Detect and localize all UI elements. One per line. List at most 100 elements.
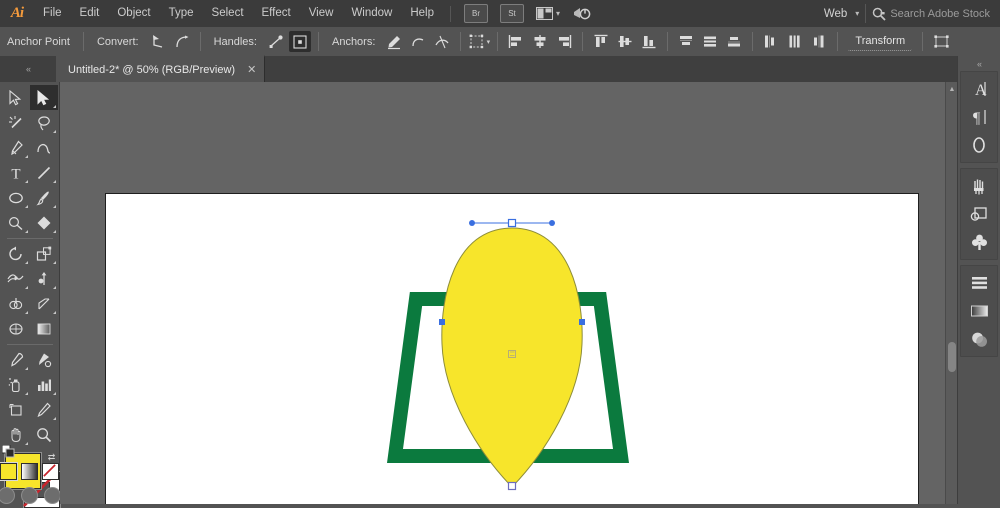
selection-tool[interactable] — [2, 85, 30, 110]
distribute-center-vertical-button[interactable] — [699, 31, 721, 52]
panel-collapse-button[interactable]: « — [0, 56, 56, 82]
menu-help[interactable]: Help — [401, 0, 443, 27]
paintbrush-tool[interactable] — [30, 185, 58, 210]
perspective-grid-tool[interactable] — [30, 291, 58, 316]
menu-select[interactable]: Select — [203, 0, 253, 27]
eraser-tool[interactable] — [30, 210, 58, 235]
show-handles-button[interactable] — [265, 31, 287, 52]
menu-view[interactable]: View — [300, 0, 343, 27]
distribute-bottom-button[interactable] — [723, 31, 745, 52]
type-panel-group: A ¶ — [960, 71, 998, 163]
vertical-scrollbar-thumb[interactable] — [948, 342, 956, 372]
tool-more-indicator — [53, 230, 56, 233]
menu-type[interactable]: Type — [160, 0, 203, 27]
align-top-button[interactable] — [590, 31, 612, 52]
type-tool[interactable]: T — [2, 160, 30, 185]
menu-effect[interactable]: Effect — [253, 0, 300, 27]
artboard[interactable] — [106, 194, 918, 504]
symbols-panel-button[interactable] — [963, 200, 995, 228]
distribute-center-horizontal-button[interactable] — [784, 31, 806, 52]
bounding-box-button[interactable] — [930, 31, 952, 52]
menu-window[interactable]: Window — [342, 0, 401, 27]
fill-stroke-controls: ⇄ — [2, 451, 58, 460]
dock-collapse-button[interactable]: « — [958, 56, 1000, 71]
free-transform-tool[interactable] — [30, 266, 58, 291]
document-canvas[interactable]: ▲ — [60, 82, 958, 504]
anchor-point-right[interactable] — [579, 319, 585, 325]
default-fill-stroke-icon[interactable] — [2, 445, 15, 458]
drawing-mode-behind-button[interactable] — [21, 487, 38, 504]
bezier-handle-left[interactable] — [469, 220, 475, 226]
arrange-documents-button[interactable]: ▾ — [533, 4, 563, 24]
search-input[interactable]: Search Adobe Stock — [890, 8, 990, 20]
curvature-tool[interactable] — [30, 135, 58, 160]
align-center-horizontal-button[interactable] — [529, 31, 551, 52]
swap-fill-stroke-icon[interactable]: ⇄ — [46, 451, 58, 463]
align-left-button[interactable] — [505, 31, 527, 52]
symbol-sprayer-tool[interactable] — [2, 372, 30, 397]
column-graph-tool[interactable] — [30, 372, 58, 397]
distribute-left-button[interactable] — [760, 31, 782, 52]
magic-wand-tool[interactable] — [2, 110, 30, 135]
layers-panel-button[interactable] — [963, 269, 995, 297]
color-mode-button[interactable] — [0, 463, 17, 480]
brushes-panel-button[interactable] — [963, 172, 995, 200]
anchor-point-left[interactable] — [439, 319, 445, 325]
lasso-tool[interactable] — [30, 110, 58, 135]
remove-anchor-button[interactable] — [383, 31, 405, 52]
gradient-mode-button[interactable] — [21, 463, 38, 480]
menu-edit[interactable]: Edit — [71, 0, 109, 27]
connect-anchors-button[interactable] — [407, 31, 429, 52]
artboard-tool[interactable] — [2, 397, 30, 422]
width-tool[interactable] — [2, 266, 30, 291]
hand-tool[interactable] — [2, 422, 30, 447]
shape-builder-tool[interactable] — [2, 291, 30, 316]
transform-panel-button[interactable]: Transform — [848, 32, 912, 51]
slice-tool[interactable] — [30, 397, 58, 422]
distribute-right-button[interactable] — [808, 31, 830, 52]
drawing-mode-normal-button[interactable] — [0, 487, 15, 504]
anchor-point-bottom[interactable] — [509, 483, 516, 490]
gradient-panel-button[interactable] — [963, 297, 995, 325]
align-center-vertical-button[interactable] — [614, 31, 636, 52]
shaper-tool[interactable] — [2, 210, 30, 235]
control-divider — [752, 32, 753, 51]
pen-tool[interactable] — [2, 135, 30, 160]
convert-to-corner-button[interactable] — [147, 31, 169, 52]
anchor-point-top[interactable] — [509, 220, 516, 227]
screen-mode-button[interactable] — [44, 487, 61, 504]
distribute-top-button[interactable] — [675, 31, 697, 52]
ellipse-tool[interactable] — [2, 185, 30, 210]
rotate-tool[interactable] — [2, 241, 30, 266]
close-icon[interactable]: ✕ — [247, 63, 256, 76]
isolate-object-button[interactable]: ▾ — [468, 31, 490, 52]
mesh-tool[interactable] — [2, 316, 30, 341]
line-segment-tool[interactable] — [30, 160, 58, 185]
scale-tool[interactable] — [30, 241, 58, 266]
graphic-styles-panel-button[interactable] — [963, 228, 995, 256]
none-mode-button[interactable] — [42, 463, 59, 480]
zoom-tool[interactable] — [30, 422, 58, 447]
gradient-tool[interactable] — [30, 316, 58, 341]
blend-tool[interactable] — [30, 347, 58, 372]
sync-settings-button[interactable] — [569, 4, 594, 24]
hide-handles-button[interactable] — [289, 31, 311, 52]
workspace-switcher[interactable]: Web ▾ — [816, 4, 862, 24]
menu-file[interactable]: File — [34, 0, 71, 27]
bridge-button[interactable]: Br — [464, 4, 488, 23]
convert-to-smooth-button[interactable] — [171, 31, 193, 52]
document-tab[interactable]: Untitled-2* @ 50% (RGB/Preview) ✕ — [56, 55, 265, 82]
align-right-button[interactable] — [553, 31, 575, 52]
cut-path-button[interactable] — [431, 31, 453, 52]
eyedropper-tool[interactable] — [2, 347, 30, 372]
direct-selection-tool[interactable] — [30, 85, 58, 110]
bezier-handle-right[interactable] — [549, 220, 555, 226]
character-panel-button[interactable]: A — [963, 75, 995, 103]
paragraph-panel-button[interactable]: ¶ — [963, 103, 995, 131]
opentype-panel-button[interactable] — [963, 131, 995, 159]
transparency-panel-button[interactable] — [963, 325, 995, 353]
search-adobe-stock[interactable]: Search Adobe Stock — [865, 4, 996, 23]
stock-button[interactable]: St — [500, 4, 524, 23]
align-bottom-button[interactable] — [638, 31, 660, 52]
menu-object[interactable]: Object — [108, 0, 159, 27]
